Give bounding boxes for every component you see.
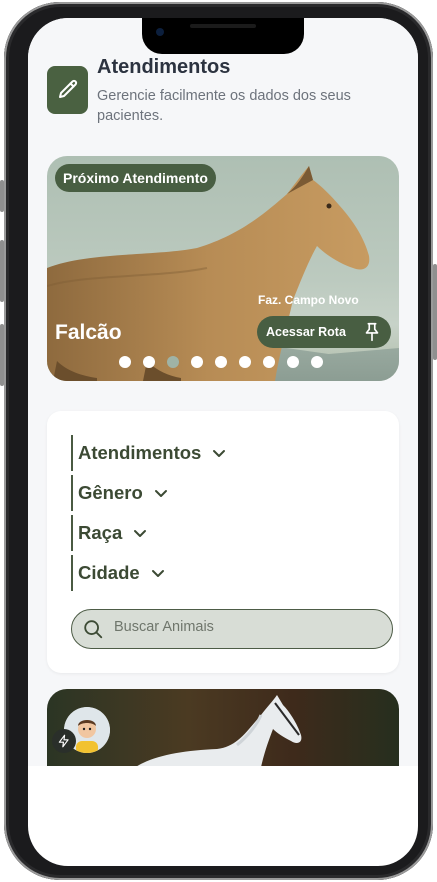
app-content: Atendimentos Gerencie facilmente os dado… [28,18,418,766]
search-input[interactable] [112,618,376,636]
edit-button[interactable] [47,66,88,114]
chevron-down-icon [154,490,167,497]
filter-atendimentos[interactable]: Atendimentos [71,435,227,471]
chevron-down-icon [134,530,147,537]
carousel-dot[interactable] [143,356,155,368]
screen: Atendimentos Gerencie facilmente os dado… [28,18,418,866]
chevron-down-icon [213,450,226,457]
pencil-icon [58,79,77,98]
filter-label: Raça [78,522,123,543]
filter-label: Cidade [78,562,140,583]
carousel-dot[interactable] [263,356,275,368]
filter-label: Atendimentos [78,442,202,463]
animal-name: Falcão [55,321,122,344]
carousel-dot[interactable] [311,356,323,368]
lightning-icon [52,729,76,753]
filters-card: Atendimentos Gênero Raça Cidade [47,411,399,673]
mute-switch [0,180,4,212]
search-icon [84,620,103,639]
page-title: Atendimentos [97,56,231,78]
carousel-dot[interactable] [191,356,203,368]
carousel-dot[interactable] [215,356,227,368]
search-bar[interactable] [71,609,393,649]
speaker-grille [190,24,256,28]
pin-icon [365,322,379,342]
carousel-dot-active[interactable] [167,356,179,368]
filter-genero[interactable]: Gênero [71,475,169,511]
volume-up-button [0,240,4,302]
carousel-dot[interactable] [119,356,131,368]
carousel-dot[interactable] [239,356,251,368]
farm-name: Faz. Campo Novo [258,293,359,307]
carousel-dots [119,356,323,368]
filter-raca[interactable]: Raça [71,515,148,551]
next-appointment-card[interactable]: Próximo Atendimento Falcão Faz. Campo No… [47,156,399,381]
phone-frame: Atendimentos Gerencie facilmente os dado… [0,2,437,880]
access-route-button[interactable]: Acessar Rota [257,316,391,348]
carousel-dot[interactable] [287,356,299,368]
notch [142,18,304,54]
chevron-down-icon [151,570,164,577]
power-button [433,264,437,360]
next-appointment-badge: Próximo Atendimento [55,164,216,192]
page-subtitle: Gerencie facilmente os dados dos seus pa… [97,88,351,124]
access-route-label: Acessar Rota [266,325,346,339]
filter-cidade[interactable]: Cidade [71,555,166,591]
volume-down-button [0,324,4,386]
filter-label: Gênero [78,482,143,503]
camera-icon [156,28,164,36]
animal-card[interactable] [47,689,399,766]
